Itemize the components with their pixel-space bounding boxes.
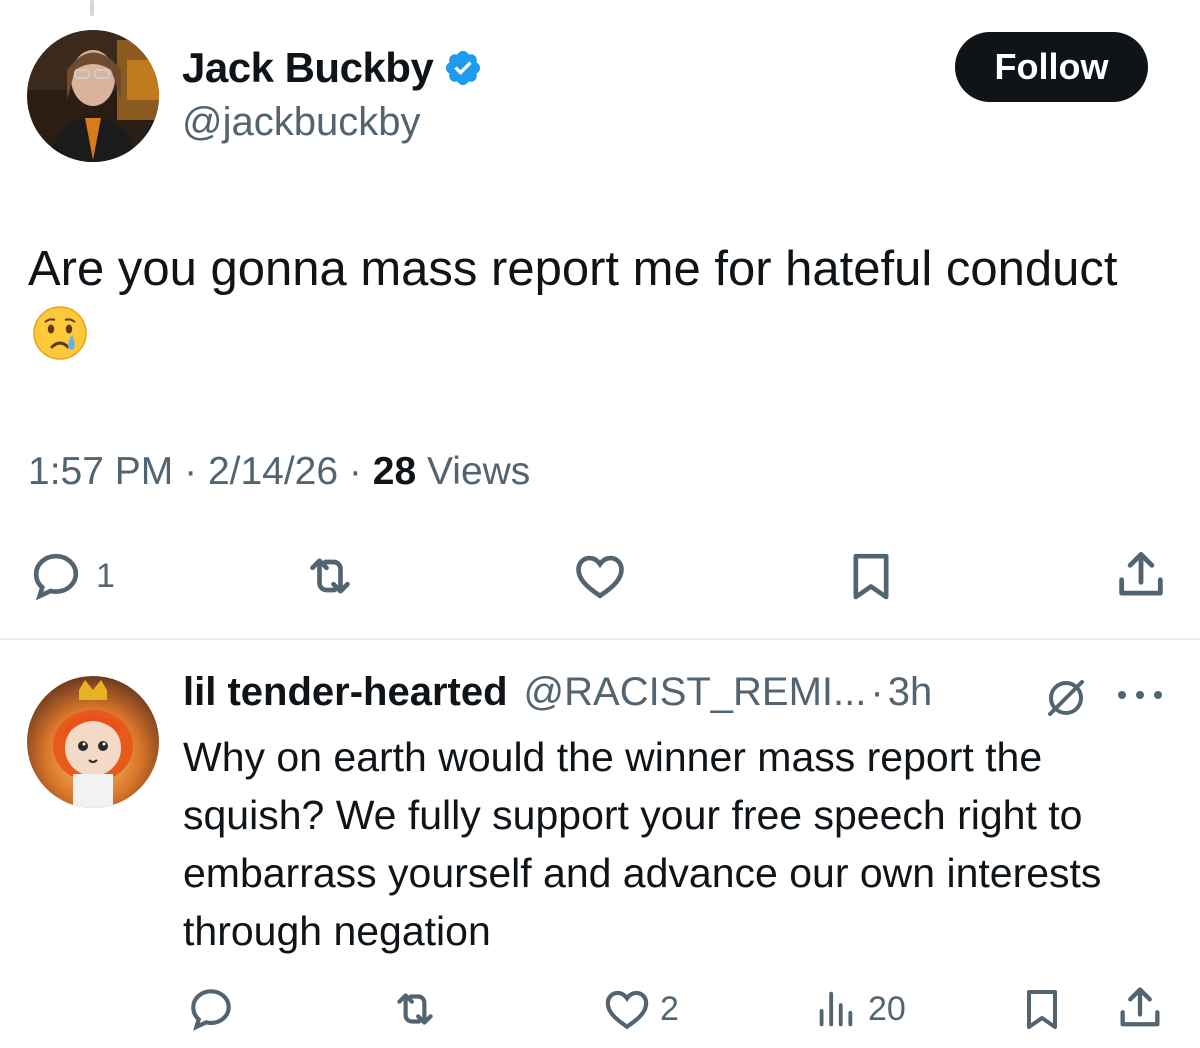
meta-separator: · [348,450,362,493]
share-icon [1119,552,1163,596]
author-avatar[interactable] [27,30,159,162]
grok-icon[interactable] [1042,674,1090,727]
reply-header: lil tender-hearted @RACIST_REMI... · 3h [183,670,932,715]
tweet-date[interactable]: 2/14/26 [208,450,338,493]
views-label[interactable]: Views [427,450,530,493]
reply-icon [191,989,231,1031]
reply-like-button[interactable]: 2 [602,984,679,1034]
reply-count: 1 [96,556,115,595]
retweet-button[interactable] [300,548,360,604]
author-name[interactable]: Jack Buckby [182,44,483,92]
bookmark-icon [1027,990,1057,1029]
tweet-text-content: Are you gonna mass report me for hateful… [28,242,1118,296]
reply-reply-button[interactable] [186,984,236,1034]
author-name-text[interactable]: Jack Buckby [182,44,434,92]
views-count[interactable]: 28 [373,450,416,493]
reply-like-count: 2 [660,989,679,1028]
tweet-metadata: 1:57 PM · 2/14/26 · 28 Views [28,450,530,494]
share-icon [1120,987,1160,1027]
share-button[interactable] [1112,546,1170,604]
reply-text: Why on earth would the winner mass repor… [183,734,1102,954]
meta-separator: · [184,450,198,493]
retweet-icon [397,993,433,1025]
reply-button[interactable]: 1 [28,548,115,604]
reply-views-count: 20 [868,989,906,1028]
reply-retweet-button[interactable] [388,984,442,1034]
views-icon [819,991,853,1027]
reply-bookmark-button[interactable] [1018,984,1066,1034]
tweet-time[interactable]: 1:57 PM [28,450,173,493]
tweet-divider [0,638,1200,640]
reply-time[interactable]: 3h [888,670,933,715]
reply-icon [33,553,79,601]
tweet-text: Are you gonna mass report me for hateful… [28,236,1168,368]
like-icon [605,990,649,1030]
crying-face-emoji-icon [32,305,88,361]
bookmark-button[interactable] [843,548,899,604]
like-button[interactable] [570,548,630,604]
reply-author-handle[interactable]: @RACIST_REMI... [524,670,867,715]
reply-author-name[interactable]: lil tender-hearted [183,670,508,715]
like-icon [576,555,624,599]
reply-author-avatar[interactable] [27,676,159,808]
reply-views-button[interactable]: 20 [812,984,906,1034]
verified-badge-icon[interactable] [443,48,483,88]
thread-connector-line [90,0,94,16]
retweet-icon [310,558,350,594]
reply-separator: · [870,670,884,714]
reply-share-button[interactable] [1114,982,1166,1034]
bookmark-icon [853,553,889,600]
follow-button[interactable]: Follow [955,32,1148,102]
author-handle[interactable]: @jackbuckby [182,100,420,145]
more-icon[interactable] [1112,680,1168,715]
